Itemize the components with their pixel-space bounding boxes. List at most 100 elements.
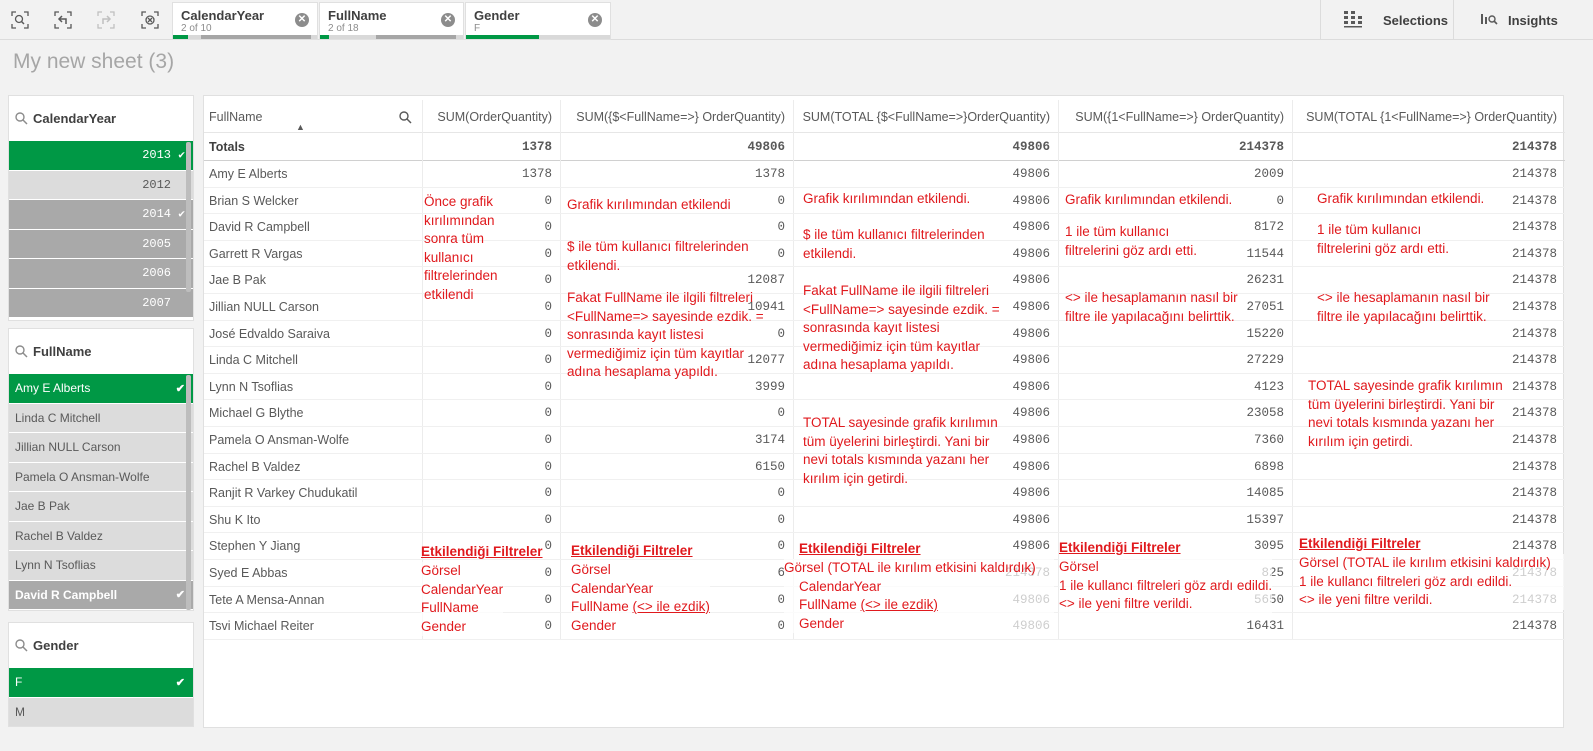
list-item-label: Linda C Mitchell xyxy=(15,410,101,425)
row-value: 0 xyxy=(544,459,552,474)
listbox-gender: Gender F ✔ M xyxy=(8,622,194,727)
header-label: SUM(OrderQuantity) xyxy=(437,110,552,124)
selection-bar xyxy=(466,35,610,39)
selection-chip-fullname[interactable]: FullName 2 of 18 ✕ xyxy=(319,2,464,40)
row-value: 23058 xyxy=(1246,406,1284,421)
list-item[interactable]: 2005 xyxy=(9,228,193,258)
row-label: Amy E Alberts xyxy=(209,167,288,181)
row-value: 2009 xyxy=(1253,167,1284,181)
list-item[interactable]: F ✔ xyxy=(9,667,193,697)
column-header[interactable]: SUM(TOTAL {1<FullName=>} OrderQuantity) xyxy=(1292,102,1565,132)
smart-search-icon[interactable] xyxy=(6,6,34,34)
filters-heading-col4: Etkilendiği Filtreler xyxy=(1059,540,1181,555)
list-item[interactable]: Jae B Pak xyxy=(9,491,193,521)
chip-subtitle: 2 of 18 xyxy=(328,23,359,34)
row-value: 14085 xyxy=(1246,486,1284,501)
listbox-calendaryear: CalendarYear 2013 ✔ 2012 2014 ✔ 2005 2006 … xyxy=(8,95,194,321)
selection-chip-calendaryear[interactable]: CalendarYear 2 of 10 ✕ xyxy=(172,2,318,40)
row-label: Stephen Y Jiang xyxy=(209,539,301,554)
straight-table: FullName ▲ SUM(OrderQuantity) SUM({$<Ful… xyxy=(203,95,1565,728)
chip-title: FullName xyxy=(328,8,387,23)
selection-chip-gender[interactable]: Gender F ✕ xyxy=(465,2,611,40)
filters-heading-col2: Etkilendiği Filtreler xyxy=(571,543,693,558)
list-item[interactable]: 2012 xyxy=(9,169,193,199)
list-item-label: Pamela O Ansman-Wolfe xyxy=(15,469,150,484)
filters-list-col4: Görsel 1 ile kullancı filtreleri göz ardı… xyxy=(1059,558,1273,614)
column-header[interactable]: SUM(TOTAL {$<FullName=>}OrderQuantity) xyxy=(793,102,1058,132)
chip-subtitle: 2 of 10 xyxy=(181,23,212,34)
row-value: 0 xyxy=(544,326,552,341)
row-label: Shu K Ito xyxy=(209,512,261,527)
column-header-fullname[interactable]: FullName ▲ xyxy=(204,102,422,132)
annotation-col4-c: <> ile hesaplamanın nasıl bir filtre ile… xyxy=(1065,290,1238,324)
sort-ascending-icon: ▲ xyxy=(296,122,305,132)
scrollbar[interactable] xyxy=(186,142,191,292)
listbox-header[interactable]: CalendarYear xyxy=(9,96,193,140)
list-item[interactable]: Linda C Mitchell xyxy=(9,402,193,432)
clear-all-icon[interactable] xyxy=(136,6,164,34)
list-item[interactable]: Pamela O Ansman-Wolfe xyxy=(9,461,193,491)
table-row[interactable]: Amy E Alberts 1378 1378 49806 2009 214378 xyxy=(204,161,1565,188)
close-icon[interactable]: ✕ xyxy=(441,13,455,27)
row-label: Garrett R Vargas xyxy=(209,246,303,261)
row-value: 214378 xyxy=(1511,486,1557,501)
column-header[interactable]: SUM({$<FullName=>} OrderQuantity) xyxy=(560,102,793,132)
selection-bar xyxy=(173,35,317,39)
filters-heading-col1: Etkilendiği Filtreler xyxy=(421,544,543,559)
step-forward-icon[interactable] xyxy=(92,6,120,34)
filters-list-col1: Görsel CalendarYear FullName Gender xyxy=(421,562,504,636)
search-icon[interactable] xyxy=(399,111,412,124)
annotation-col4-a: Grafik kırılımından etkilendi. xyxy=(1065,192,1233,207)
row-value: 7360 xyxy=(1253,433,1284,447)
check-icon: ✔ xyxy=(178,209,185,222)
column-header[interactable]: SUM({1<FullName=>} OrderQuantity) xyxy=(1058,102,1292,132)
list-item-label: 2006 xyxy=(142,266,171,281)
insights-button[interactable]: Insights xyxy=(1453,0,1593,40)
row-value: 0 xyxy=(777,486,785,501)
list-item[interactable]: M xyxy=(9,696,193,726)
list-item[interactable]: Rachel B Valdez xyxy=(9,520,193,550)
row-value: 6898 xyxy=(1253,459,1284,474)
list-item[interactable]: 2006 xyxy=(9,258,193,288)
close-icon[interactable]: ✕ xyxy=(295,13,309,27)
header-label: SUM({1<FullName=>} OrderQuantity) xyxy=(1075,110,1284,124)
row-label: Lynn N Tsoflias xyxy=(209,379,294,394)
list-item-label: M xyxy=(15,704,25,719)
selections-button[interactable]: Selections xyxy=(1320,0,1452,40)
chip-subtitle: F xyxy=(474,23,481,34)
row-label: Tete A Mensa-Annan xyxy=(209,592,325,607)
list-item-label: 2013 xyxy=(142,148,171,163)
filters-heading-col3: Etkilendiği Filtreler xyxy=(799,541,921,556)
list-item[interactable]: 2007 xyxy=(9,287,193,317)
close-icon[interactable]: ✕ xyxy=(588,13,602,27)
list-item-label: Lynn N Tsoflias xyxy=(15,558,96,573)
list-item[interactable]: 2013 ✔ xyxy=(9,140,193,170)
list-item-label: 2007 xyxy=(142,295,171,310)
list-item[interactable]: 2014 ✔ xyxy=(9,199,193,229)
listbox-header[interactable]: Gender xyxy=(9,623,193,667)
list-item-label: Amy E Alberts xyxy=(15,381,91,396)
scrollbar[interactable] xyxy=(186,375,191,610)
row-value: 0 xyxy=(777,406,785,421)
row-value: 49806 xyxy=(1012,379,1050,394)
totals-value: 214378 xyxy=(1238,140,1284,154)
row-value: 6150 xyxy=(754,459,785,474)
search-icon xyxy=(15,638,28,652)
column-header[interactable]: SUM(OrderQuantity) xyxy=(422,102,560,132)
table-row[interactable]: Shu K Ito 0 0 49806 15397 214378 xyxy=(204,507,1565,534)
list-item[interactable]: Lynn N Tsoflias xyxy=(9,550,193,580)
row-label: Rachel B Valdez xyxy=(209,459,301,474)
header-label: SUM(TOTAL {1<FullName=>} OrderQuantity) xyxy=(1306,110,1557,124)
list-item[interactable]: Amy E Alberts ✔ xyxy=(9,373,193,403)
list-item[interactable]: David R Campbell ✔ xyxy=(9,579,193,609)
list-item[interactable]: Jillian NULL Carson xyxy=(9,432,193,462)
header-label: SUM(TOTAL {$<FullName=>}OrderQuantity) xyxy=(802,110,1050,124)
step-back-icon[interactable] xyxy=(49,6,77,34)
listbox-header[interactable]: FullName xyxy=(9,329,193,373)
row-label: José Edvaldo Saraiva xyxy=(209,326,330,341)
row-label: Pamela O Ansman-Wolfe xyxy=(209,433,350,447)
row-value: 214378 xyxy=(1511,167,1557,181)
check-icon: ✔ xyxy=(175,676,185,689)
filters-list-col5: Görsel (TOTAL ile kırılım etkisini kaldı… xyxy=(1299,554,1564,610)
totals-value: 1378 xyxy=(521,140,552,154)
